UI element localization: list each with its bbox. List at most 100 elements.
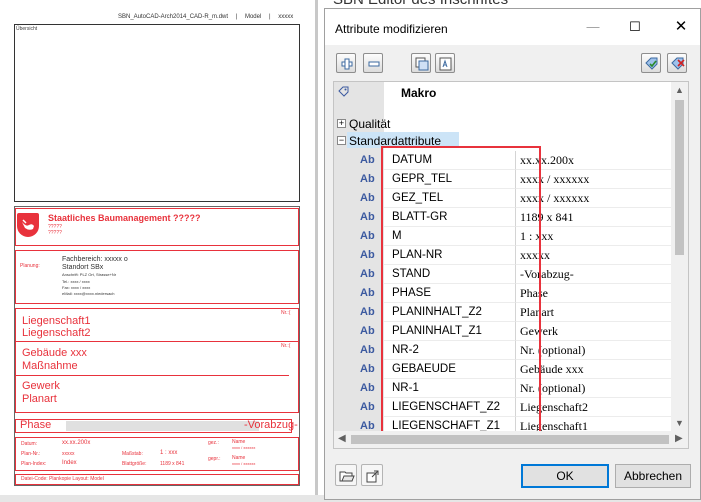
divider [15, 375, 289, 376]
attribute-row[interactable]: Ab NR-2 Nr. (optional) [334, 341, 674, 360]
planindex-value: Index [62, 460, 77, 466]
blattgroesse-value: 1189 x 841 [160, 461, 185, 467]
gebaeude: Gebäude xxx [22, 347, 87, 359]
datum-label: Datum: [21, 441, 38, 447]
attribute-row[interactable]: Ab PLAN-NR xxxxx [334, 246, 674, 265]
pane-splitter[interactable] [315, 0, 318, 502]
attribute-row[interactable]: Ab GEBAEUDE Gebäude xxx [334, 360, 674, 379]
attribute-value[interactable]: xxxx / xxxxxx [516, 189, 674, 208]
attribute-value[interactable]: Nr. (optional) [516, 379, 674, 398]
rename-attribute-button[interactable] [435, 53, 455, 73]
attribute-name: GEZ_TEL [384, 189, 516, 208]
attribute-row[interactable]: Ab STAND -Vorabzug- [334, 265, 674, 284]
overview-label: Übersicht [16, 26, 38, 32]
attribute-name: PLANINHALT_Z1 [384, 322, 516, 341]
authority-name: Staatliches Baumanagement ????? [48, 213, 201, 223]
text-type-icon: Ab [360, 325, 375, 337]
attribute-name: NR-1 [384, 379, 516, 398]
attribute-tree[interactable]: Makro + Qualität − Standardattribute Ab D… [333, 81, 689, 449]
horizontal-scrollbar[interactable]: ◀ ▶ [334, 431, 688, 448]
attribute-value[interactable]: xx.xx.200x [516, 151, 674, 170]
export-button[interactable] [361, 464, 383, 486]
tag-delete-button[interactable] [667, 53, 687, 73]
vorabzug-label: -Vorabzug- [244, 419, 298, 431]
maximize-button[interactable]: ☐ [621, 17, 649, 37]
vertical-scrollbar[interactable]: ▲ ▼ [671, 82, 688, 431]
attribute-value[interactable]: Phase [516, 284, 674, 303]
minimize-button[interactable]: — [579, 17, 607, 37]
add-attribute-button[interactable] [336, 53, 356, 73]
text-type-icon: Ab [360, 268, 375, 280]
tree-root-makro[interactable]: Makro [334, 82, 674, 100]
planung-label: Planung: [20, 263, 40, 269]
header-separator: | [235, 14, 238, 20]
attribute-row[interactable]: Ab PLANINHALT_Z2 Planart [334, 303, 674, 322]
attribute-row[interactable]: Ab PLANINHALT_Z1 Gewerk [334, 322, 674, 341]
scroll-up-icon[interactable]: ▲ [675, 85, 684, 95]
planindex-label: Plan-Index: [21, 461, 47, 467]
cancel-button[interactable]: Abbrechen [615, 464, 691, 488]
attribute-value[interactable]: Planart [516, 303, 674, 322]
attribute-value[interactable]: Liegenschaft2 [516, 398, 674, 417]
planung-standort: Standort SBx [62, 264, 104, 271]
tree-root-label: Makro [401, 86, 437, 100]
open-button[interactable] [335, 464, 357, 486]
expander-qualitaet[interactable]: + [337, 119, 346, 128]
attribute-row[interactable]: Ab PHASE Phase [334, 284, 674, 303]
text-type-icon: Ab [360, 344, 375, 356]
remove-attribute-button[interactable] [363, 53, 383, 73]
attribute-value[interactable]: xxxx / xxxxxx [516, 170, 674, 189]
attribute-row[interactable]: Ab GEPR_TEL xxxx / xxxxxx [334, 170, 674, 189]
group-standardattribute[interactable]: Standardattribute [349, 134, 441, 148]
dialog-titlebar[interactable]: Attribute modifizieren — ☐ ✕ [325, 9, 700, 45]
text-type-icon: Ab [360, 173, 375, 185]
gez-label: gez.: [208, 440, 219, 446]
planung-fax: Fax: xxxx / xxxx [62, 285, 91, 290]
attribute-row[interactable]: Ab BLATT-GR 1189 x 841 [334, 208, 674, 227]
planart: Planart [22, 393, 57, 405]
text-type-icon: Ab [360, 382, 375, 394]
liegenschaft-2: Liegenschaft2 [22, 327, 91, 339]
remove-icon [368, 61, 380, 67]
scroll-right-icon[interactable]: ▶ [675, 433, 683, 444]
attribute-name: PLAN-NR [384, 246, 516, 265]
text-type-icon: Ab [360, 154, 375, 166]
attribute-value[interactable]: Gewerk [516, 322, 674, 341]
attribute-name: PHASE [384, 284, 516, 303]
attribute-value[interactable]: 1189 x 841 [516, 208, 674, 227]
attribute-value[interactable]: xxxxx [516, 246, 674, 265]
expander-standardattribute[interactable]: − [337, 136, 346, 145]
close-button[interactable]: ✕ [667, 17, 695, 37]
datei-code: Datei-Code: Plankopie Layout: Model [21, 476, 104, 482]
scroll-down-icon[interactable]: ▼ [675, 418, 684, 428]
attribute-row[interactable]: Ab NR-1 Nr. (optional) [334, 379, 674, 398]
attribute-row[interactable]: Ab DATUM xx.xx.200x [334, 151, 674, 170]
tag-check-button[interactable] [641, 53, 661, 73]
group-qualitaet[interactable]: Qualität [349, 117, 390, 131]
dialog-title: Attribute modifizieren [335, 22, 448, 36]
copy-attribute-button[interactable] [411, 53, 431, 73]
tag-check-icon [645, 57, 658, 70]
text-type-icon: Ab [360, 306, 375, 318]
gewerk: Gewerk [22, 380, 60, 392]
drawing-canvas[interactable]: SBN_AutoCAD-Arch2014_CAD-R_m.dwt | Model… [0, 0, 315, 495]
ok-button[interactable]: OK [521, 464, 609, 488]
scroll-left-icon[interactable]: ◀ [338, 433, 346, 444]
export-icon [366, 470, 379, 483]
planung-fachbereich: Fachbereich: xxxxx o [62, 256, 128, 263]
attribute-value[interactable]: -Vorabzug- [516, 265, 674, 284]
rename-icon [439, 57, 452, 71]
attribute-value[interactable]: Nr. (optional) [516, 341, 674, 360]
gepr-tel: xxxx / xxxxxx [232, 461, 256, 466]
gepr-label: gepr.: [208, 456, 221, 462]
attribute-value[interactable]: Gebäude xxx [516, 360, 674, 379]
attribute-value[interactable]: 1 : xxx [516, 227, 674, 246]
screen: SBN_AutoCAD-Arch2014_CAD-R_m.dwt | Model… [0, 0, 701, 502]
vertical-scroll-thumb[interactable] [675, 100, 684, 255]
attribute-row[interactable]: Ab GEZ_TEL xxxx / xxxxxx [334, 189, 674, 208]
attribute-row[interactable]: Ab M 1 : xxx [334, 227, 674, 246]
layout-tab-model[interactable]: Model [245, 14, 261, 20]
attribute-row[interactable]: Ab LIEGENSCHAFT_Z2 Liegenschaft2 [334, 398, 674, 417]
horizontal-scroll-thumb[interactable] [351, 435, 669, 444]
attribute-dialog: Attribute modifizieren — ☐ ✕ Makro + Qua… [324, 8, 701, 500]
